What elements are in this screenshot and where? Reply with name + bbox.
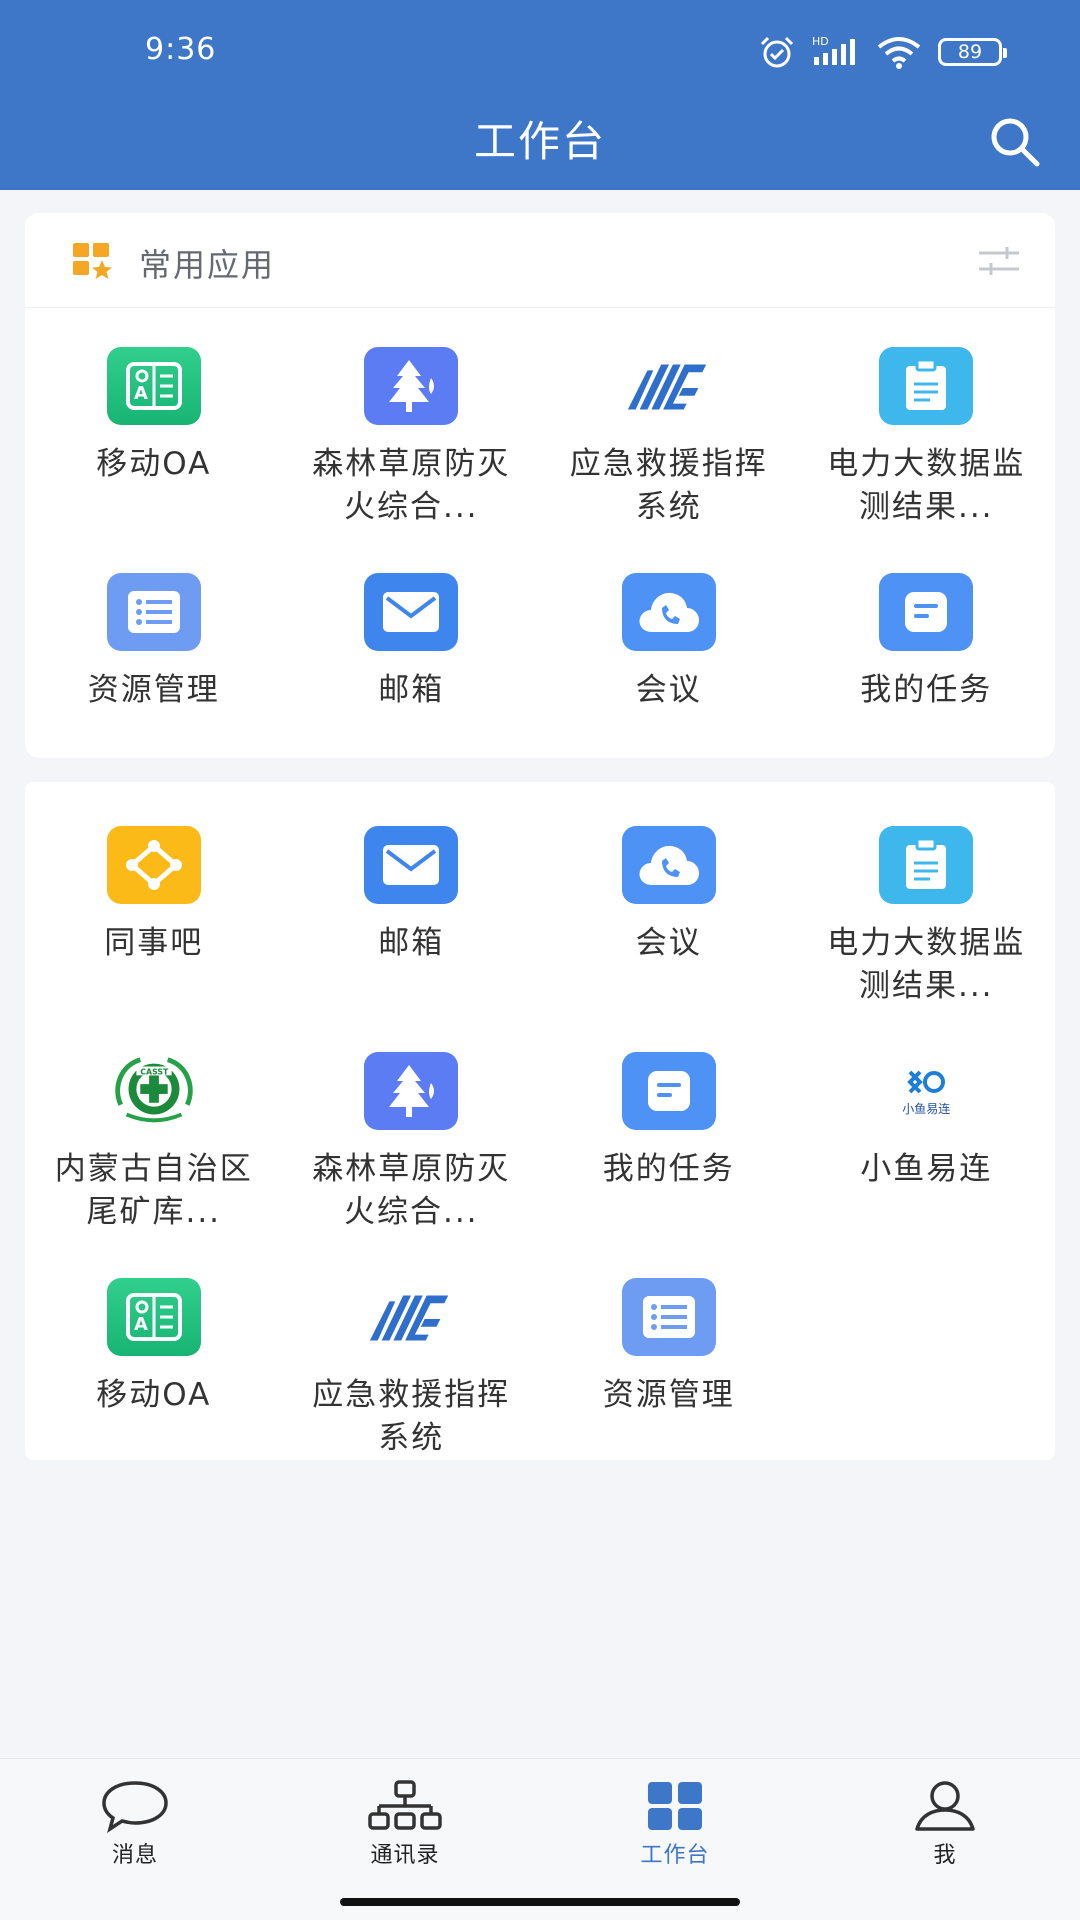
common-app-tile[interactable]: 森林草原防灭火综合...	[283, 347, 541, 573]
app-root: 9:36 HD 89 工作台 常用应用 A 移动OA 森林草原防灭火综合... …	[0, 0, 1080, 1920]
home-indicator	[340, 1898, 740, 1906]
all-app-label: 资源管理	[602, 1377, 735, 1413]
common-app-label: 电力大数据监测结果...	[827, 446, 1026, 525]
all-app-tile[interactable]: 应急救援指挥系统	[283, 1278, 541, 1504]
colleague-icon	[106, 826, 201, 904]
forest-fire-icon	[364, 1052, 459, 1130]
all-apps-grid: 同事吧 邮箱 会议 电力大数据监测结果... CASST 内蒙古自治区尾矿库... 森林草原…	[25, 782, 1055, 1504]
bottom-nav: 消息 通讯录 工作台 我	[0, 1758, 1080, 1920]
network-label: HD	[812, 35, 829, 48]
common-app-label: 移动OA	[96, 446, 212, 482]
status-time: 9:36	[145, 32, 217, 67]
all-app-tile[interactable]: CASST 内蒙古自治区尾矿库...	[25, 1052, 283, 1278]
common-app-label: 应急救援指挥系统	[569, 446, 768, 525]
nav-label-messages: 消息	[111, 1843, 158, 1868]
search-icon	[991, 118, 1040, 167]
search-button[interactable]	[985, 112, 1045, 172]
logo-text: 小鱼易连	[902, 1101, 951, 1116]
common-app-tile[interactable]: 我的任务	[798, 573, 1056, 799]
all-app-tile[interactable]: 资源管理	[540, 1278, 798, 1504]
all-app-label: 电力大数据监测结果...	[827, 925, 1026, 1004]
wifi-icon	[877, 37, 921, 69]
emergency-logo-icon	[364, 1278, 458, 1356]
all-app-label: 应急救援指挥系统	[312, 1377, 511, 1456]
all-app-tile[interactable]: 同事吧	[25, 826, 283, 1052]
nav-item-workbench[interactable]: 工作台	[575, 1779, 775, 1869]
common-app-tile[interactable]: A 移动OA	[25, 347, 283, 573]
person-icon	[915, 1781, 975, 1831]
all-app-tile[interactable]: 会议	[540, 826, 798, 1052]
common-apps-header: 常用应用	[25, 213, 1055, 308]
nav-item-me[interactable]: 我	[845, 1779, 1045, 1869]
common-app-label: 会议	[635, 672, 702, 708]
all-app-tile[interactable]: A 移动OA	[25, 1278, 283, 1504]
list-icon	[621, 1278, 716, 1356]
all-app-label: 同事吧	[104, 925, 204, 961]
org-chart-icon	[368, 1780, 442, 1830]
clipboard-icon	[879, 347, 974, 425]
common-app-tile[interactable]: 邮箱	[283, 573, 541, 799]
status-bar-icons: HD 89	[758, 32, 1007, 72]
all-apps-card: 同事吧 邮箱 会议 电力大数据监测结果... CASST 内蒙古自治区尾矿库... 森林草原…	[25, 782, 1055, 1460]
all-app-label: 邮箱	[378, 925, 445, 961]
all-app-label: 会议	[635, 925, 702, 961]
adjust-settings-icon[interactable]	[979, 247, 1019, 277]
common-app-tile[interactable]: 应急救援指挥系统	[540, 347, 798, 573]
all-app-label: 小鱼易连	[860, 1151, 993, 1187]
apps-star-icon	[73, 243, 112, 279]
svg-text:A: A	[134, 1314, 148, 1335]
task-icon	[621, 1052, 716, 1130]
all-app-label: 森林草原防灭火综合...	[312, 1151, 511, 1230]
cloud-phone-icon	[621, 826, 716, 904]
svg-text:A: A	[134, 383, 148, 404]
nav-item-messages[interactable]: 消息	[35, 1779, 235, 1869]
battery-level: 89	[957, 41, 983, 63]
nav-label-workbench: 工作台	[640, 1843, 710, 1868]
common-app-tile[interactable]: 会议	[540, 573, 798, 799]
svg-text:CASST: CASST	[140, 1067, 169, 1076]
all-app-label: 内蒙古自治区尾矿库...	[54, 1151, 253, 1230]
mail-icon	[364, 573, 459, 651]
common-app-tile[interactable]: 电力大数据监测结果...	[798, 347, 1056, 573]
nav-label-me: 我	[933, 1843, 957, 1868]
all-app-tile[interactable]: 电力大数据监测结果...	[798, 826, 1056, 1052]
battery-indicator: 89	[938, 38, 1007, 66]
xiaoyu-logo-icon: 小鱼易连	[879, 1052, 973, 1130]
common-apps-grid: A 移动OA 森林草原防灭火综合... 应急救援指挥系统 电力大数据监测结果... 资源管…	[25, 308, 1055, 799]
oa-icon: A	[106, 347, 201, 425]
cellular-signal-icon: HD	[812, 35, 855, 65]
common-app-label: 邮箱	[378, 672, 445, 708]
common-app-label: 资源管理	[87, 672, 220, 708]
common-app-tile[interactable]: 资源管理	[25, 573, 283, 799]
nav-item-contacts[interactable]: 通讯录	[305, 1779, 505, 1869]
page-title: 工作台	[473, 117, 606, 166]
all-app-tile[interactable]: 森林草原防灭火综合...	[283, 1052, 541, 1278]
oa-icon: A	[106, 1278, 201, 1356]
emergency-logo-icon	[622, 347, 716, 425]
all-app-tile[interactable]: 邮箱	[283, 826, 541, 1052]
mail-icon	[364, 826, 459, 904]
common-app-label: 我的任务	[860, 672, 993, 708]
chat-bubble-icon	[102, 1781, 168, 1833]
list-icon	[106, 573, 201, 651]
header: 9:36 HD 89 工作台	[0, 0, 1080, 190]
all-app-label: 我的任务	[602, 1151, 735, 1187]
casst-logo-icon: CASST	[107, 1052, 201, 1130]
clipboard-icon	[879, 826, 974, 904]
all-app-tile[interactable]: 我的任务	[540, 1052, 798, 1278]
all-app-tile[interactable]: 小鱼易连 小鱼易连	[798, 1052, 1056, 1278]
nav-label-contacts: 通讯录	[370, 1843, 440, 1868]
cloud-phone-icon	[621, 573, 716, 651]
common-apps-card: 常用应用 A 移动OA 森林草原防灭火综合... 应急救援指挥系统 电力大数据监测结果.…	[25, 213, 1055, 758]
all-app-label: 移动OA	[96, 1377, 212, 1413]
forest-fire-icon	[364, 347, 459, 425]
common-apps-title: 常用应用	[139, 246, 276, 284]
grid-icon	[648, 1782, 702, 1830]
task-icon	[879, 573, 974, 651]
common-app-label: 森林草原防灭火综合...	[312, 446, 511, 525]
alarm-icon	[760, 36, 794, 68]
